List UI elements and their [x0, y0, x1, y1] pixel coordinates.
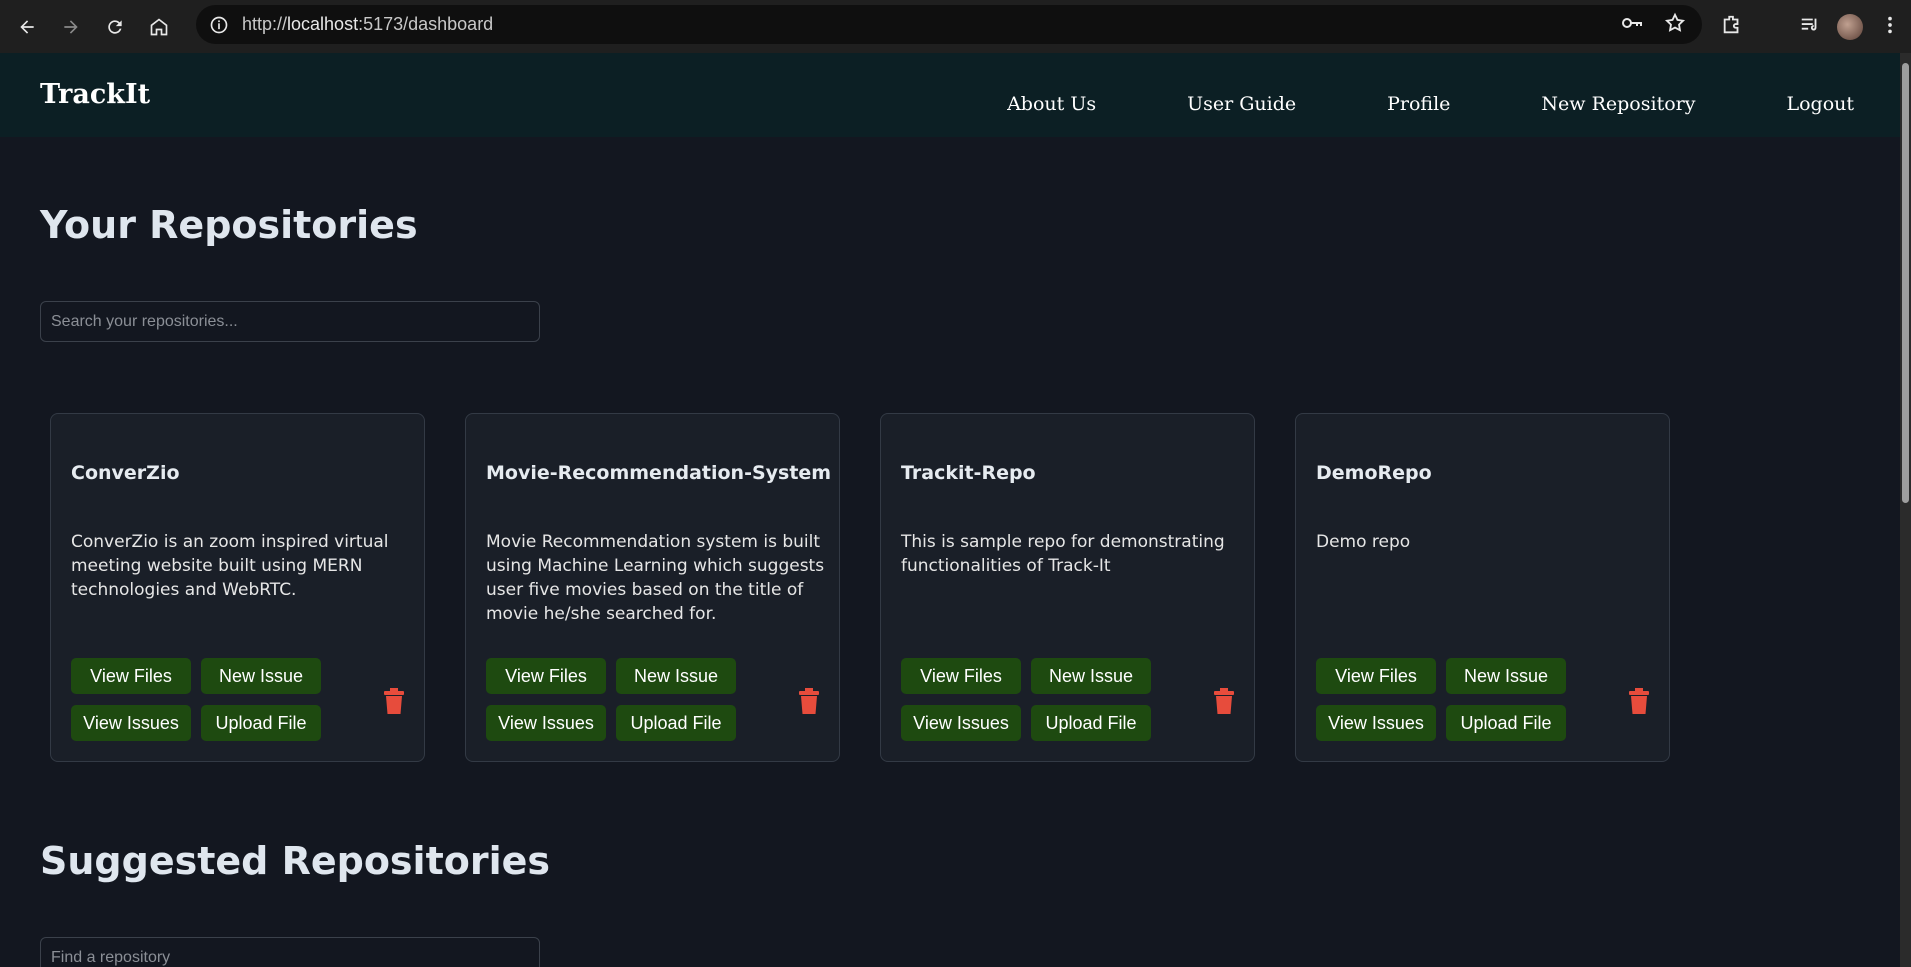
url-scheme: http://: [242, 14, 288, 34]
upload-file-button[interactable]: Upload File: [1446, 705, 1566, 741]
media-control-icon[interactable]: [1799, 14, 1821, 40]
url-text[interactable]: http://localhost:5173/dashboard: [242, 14, 493, 35]
delete-trash-icon[interactable]: [1628, 688, 1650, 714]
address-bar[interactable]: http://localhost:5173/dashboard: [196, 5, 1702, 44]
delete-trash-icon[interactable]: [383, 688, 405, 714]
new-issue-button[interactable]: New Issue: [1446, 658, 1566, 694]
repository-card: ConverZio ConverZio is an zoom inspired …: [50, 413, 425, 762]
home-icon[interactable]: [137, 5, 181, 49]
nav-user-guide[interactable]: User Guide: [1187, 93, 1296, 115]
repository-search-input[interactable]: [40, 301, 540, 342]
url-path: :5173/dashboard: [358, 14, 494, 34]
main-content: Your Repositories ConverZio ConverZio is…: [0, 137, 1900, 967]
your-repositories-title: Your Repositories: [40, 203, 418, 247]
view-files-button[interactable]: View Files: [901, 658, 1021, 694]
view-files-button[interactable]: View Files: [486, 658, 606, 694]
view-files-button[interactable]: View Files: [1316, 658, 1436, 694]
repository-card: DemoRepo Demo repo View Files New Issue …: [1295, 413, 1670, 762]
new-issue-button[interactable]: New Issue: [1031, 658, 1151, 694]
new-issue-button[interactable]: New Issue: [201, 658, 321, 694]
password-key-icon[interactable]: [1620, 11, 1644, 39]
repository-name: ConverZio: [71, 462, 180, 484]
brand-logo[interactable]: TrackIt: [40, 79, 150, 110]
nav-profile[interactable]: Profile: [1387, 93, 1450, 115]
repository-name: DemoRepo: [1316, 462, 1432, 484]
repository-description: Movie Recommendation system is built usi…: [486, 532, 825, 624]
suggested-repositories-title: Suggested Repositories: [40, 839, 550, 883]
profile-avatar[interactable]: [1837, 13, 1863, 40]
back-icon[interactable]: [5, 5, 49, 49]
upload-file-button[interactable]: Upload File: [616, 705, 736, 741]
view-issues-button[interactable]: View Issues: [901, 705, 1021, 741]
repository-name: Trackit-Repo: [901, 462, 1036, 484]
reload-icon[interactable]: [93, 5, 137, 49]
repository-card-list: ConverZio ConverZio is an zoom inspired …: [50, 413, 1670, 762]
delete-trash-icon[interactable]: [798, 688, 820, 714]
view-issues-button[interactable]: View Issues: [486, 705, 606, 741]
view-files-button[interactable]: View Files: [71, 658, 191, 694]
bookmark-star-icon[interactable]: [1664, 12, 1686, 38]
url-host: localhost: [287, 14, 359, 34]
upload-file-button[interactable]: Upload File: [1031, 705, 1151, 741]
scrollbar-thumb[interactable]: [1902, 63, 1909, 503]
site-info-icon[interactable]: [208, 14, 230, 36]
forward-icon[interactable]: [49, 5, 93, 49]
view-issues-button[interactable]: View Issues: [71, 705, 191, 741]
nav-new-repository[interactable]: New Repository: [1541, 93, 1695, 115]
repository-description: ConverZio is an zoom inspired virtual me…: [71, 532, 389, 600]
new-issue-button[interactable]: New Issue: [616, 658, 736, 694]
browser-toolbar: http://localhost:5173/dashboard: [0, 0, 1911, 53]
nav-logout[interactable]: Logout: [1786, 93, 1854, 115]
upload-file-button[interactable]: Upload File: [201, 705, 321, 741]
delete-trash-icon[interactable]: [1213, 688, 1235, 714]
repository-description: This is sample repo for demonstrating fu…: [901, 532, 1225, 576]
app-navbar: TrackIt About Us User Guide Profile New …: [0, 53, 1900, 137]
more-menu-icon[interactable]: [1879, 14, 1901, 40]
repository-description: Demo repo: [1316, 532, 1411, 552]
find-repository-input[interactable]: [40, 937, 540, 967]
view-issues-button[interactable]: View Issues: [1316, 705, 1436, 741]
repository-card: Trackit-Repo This is sample repo for dem…: [880, 413, 1255, 762]
repository-card: Movie-Recommendation-System Movie Recomm…: [465, 413, 840, 762]
repository-name: Movie-Recommendation-System: [486, 462, 832, 484]
nav-links: About Us User Guide Profile New Reposito…: [1007, 93, 1854, 115]
page-scrollbar[interactable]: [1900, 53, 1911, 967]
nav-about-us[interactable]: About Us: [1007, 93, 1096, 115]
extensions-icon[interactable]: [1721, 14, 1743, 40]
